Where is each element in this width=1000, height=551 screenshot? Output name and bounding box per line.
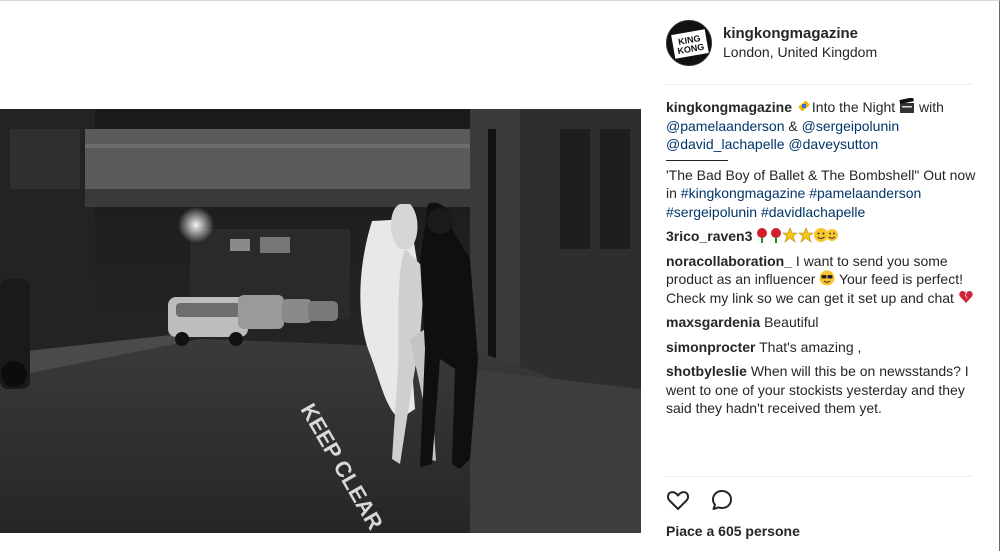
comment-text: Beautiful (764, 314, 819, 330)
hashtag-davidlachapelle[interactable]: #davidlachapelle (761, 204, 865, 220)
broken-heart-emoji-icon (959, 290, 973, 303)
comment-username[interactable]: simonprocter (666, 339, 755, 355)
mention-david-lachapelle[interactable]: @david_lachapelle (666, 136, 785, 152)
comment-text: That's amazing , (759, 338, 862, 355)
caption-text-2: with (915, 99, 944, 115)
comment-username[interactable]: shotbyleslie (666, 363, 747, 379)
comment: maxsgardenia Beautiful (666, 313, 978, 332)
mention-daveysutton[interactable]: @daveysutton (788, 136, 878, 152)
kingkong-logo-icon: KING KONG (667, 21, 711, 65)
header-username[interactable]: kingkongmagazine (723, 25, 858, 42)
avatar[interactable]: KING KONG (666, 20, 712, 66)
comment: noracollaboration_ I want to send you so… (666, 252, 978, 308)
roses-stars-smileys-emoji-icon (757, 227, 839, 243)
photo-illustration: KEEP CLEAR (0, 109, 641, 533)
caption-username[interactable]: kingkongmagazine (666, 99, 792, 115)
caption-underline (666, 159, 728, 161)
comments-list: kingkongmagazine Into the Night with @pa… (666, 98, 978, 424)
mention-sergeipolunin[interactable]: @sergeipolunin (802, 118, 900, 134)
header-divider (666, 84, 973, 85)
hashtag-pamelaanderson[interactable]: #pamelaanderson (809, 185, 921, 201)
post-sidebar: KING KONG kingkongmagazine London, Unite… (641, 0, 999, 551)
caption-amp: & (784, 117, 802, 134)
satellite-emoji-icon (798, 100, 810, 112)
caption: kingkongmagazine Into the Night with @pa… (666, 98, 978, 221)
mention-pamelaanderson[interactable]: @pamelaanderson (666, 118, 785, 134)
comment-username[interactable]: noracollaboration_ (666, 253, 792, 269)
comment: shotbyleslie When will this be on newsst… (666, 362, 978, 418)
comment-button[interactable] (710, 488, 734, 512)
actions-divider (666, 476, 973, 477)
post-header: KING KONG kingkongmagazine London, Unite… (666, 18, 976, 68)
likes-count[interactable]: Piace a 605 persone (666, 523, 800, 539)
header-location[interactable]: London, United Kingdom (723, 44, 877, 60)
hashtag-sergeipolunin[interactable]: #sergeipolunin (666, 204, 757, 220)
clapper-board-emoji-icon (899, 98, 915, 113)
comment-username[interactable]: maxsgardenia (666, 314, 760, 330)
caption-text-1: Into the Night (811, 99, 896, 115)
like-button[interactable] (666, 488, 690, 512)
comment: 3rico_raven3 (666, 227, 978, 246)
comment: simonprocter That's amazing , (666, 338, 978, 357)
post-photo[interactable]: KEEP CLEAR (0, 109, 641, 533)
speech-bubble-icon (712, 490, 732, 510)
post-actions (666, 488, 746, 512)
heart-outline-icon (666, 491, 690, 510)
comment-username[interactable]: 3rico_raven3 (666, 228, 752, 244)
hashtag-kingkongmagazine[interactable]: #kingkongmagazine (681, 185, 806, 201)
sunglasses-emoji-icon (819, 270, 835, 286)
